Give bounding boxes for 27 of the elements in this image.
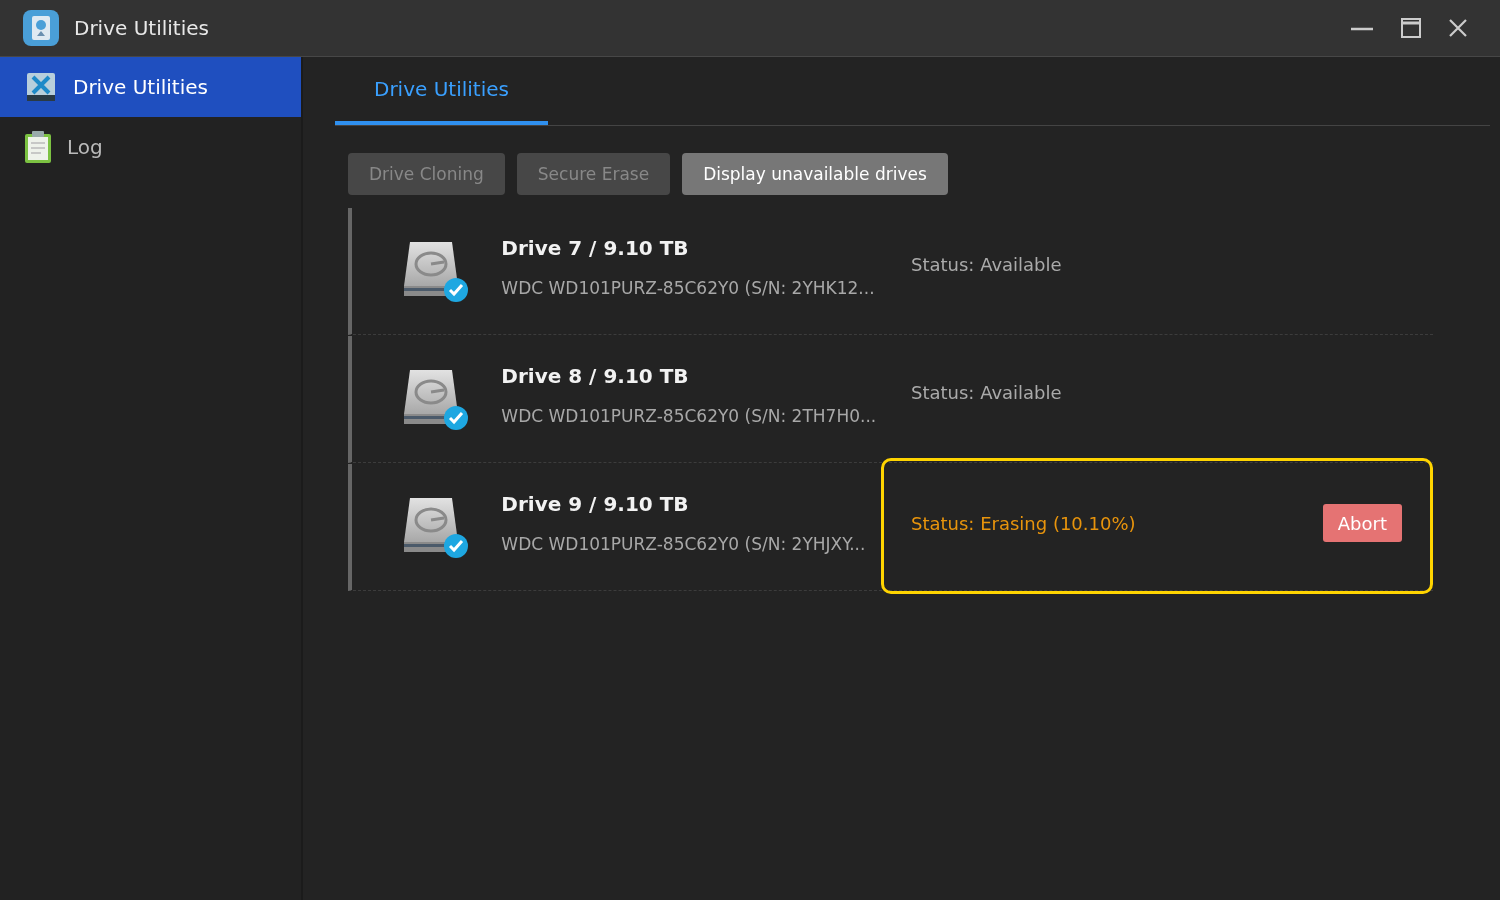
sidebar-label: Log xyxy=(67,135,103,159)
drive-name: Drive 8 / 9.10 TB xyxy=(501,364,690,388)
close-icon[interactable] xyxy=(1448,18,1468,38)
window-title: Drive Utilities xyxy=(74,16,209,40)
clipboard-icon xyxy=(25,131,51,163)
drive-row[interactable]: Drive 7 / 9.10 TB WDC WD101PURZ-85C62Y0 (S/N: 2YHK12... Status: Available xyxy=(348,208,1433,335)
drive-model: WDC WD101PURZ-85C62Y0 (S/N: 2YHJXY... xyxy=(501,534,867,554)
tab[interactable]: Drive Utilities xyxy=(335,61,548,125)
drive-row[interactable]: Drive 9 / 9.10 TB WDC WD101PURZ-85C62Y0 (S/N: 2YHJXY... Status: Erasing (10.10%) Abort xyxy=(348,464,1433,591)
sidebar-item[interactable]: Log xyxy=(0,117,301,177)
drive-name: Drive 9 / 9.10 TB xyxy=(501,492,690,516)
drive-check-icon xyxy=(404,368,470,430)
sidebar-item[interactable]: Drive Utilities xyxy=(0,57,301,117)
drive-model: WDC WD101PURZ-85C62Y0 (S/N: 2YHK12... xyxy=(501,278,876,298)
drive-row[interactable]: Drive 8 / 9.10 TB WDC WD101PURZ-85C62Y0 (S/N: 2TH7H0... Status: Available xyxy=(348,336,1433,463)
drive-status: Status: Available xyxy=(911,381,1062,403)
drive-check-icon xyxy=(404,496,470,558)
drive-status: Status: Erasing (10.10%) xyxy=(911,512,1136,534)
drive-status: Status: Available xyxy=(911,253,1062,275)
app-drive-icon xyxy=(23,10,59,46)
toolbar-button[interactable]: Display unavailable drives xyxy=(682,153,948,195)
drive-name: Drive 7 / 9.10 TB xyxy=(501,236,690,260)
sidebar-label: Drive Utilities xyxy=(73,75,208,99)
maximize-icon[interactable] xyxy=(1400,17,1422,39)
drive-model: WDC WD101PURZ-85C62Y0 (S/N: 2TH7H0... xyxy=(501,406,878,426)
tools-drive-icon xyxy=(25,71,57,103)
drive-check-icon xyxy=(404,240,470,302)
